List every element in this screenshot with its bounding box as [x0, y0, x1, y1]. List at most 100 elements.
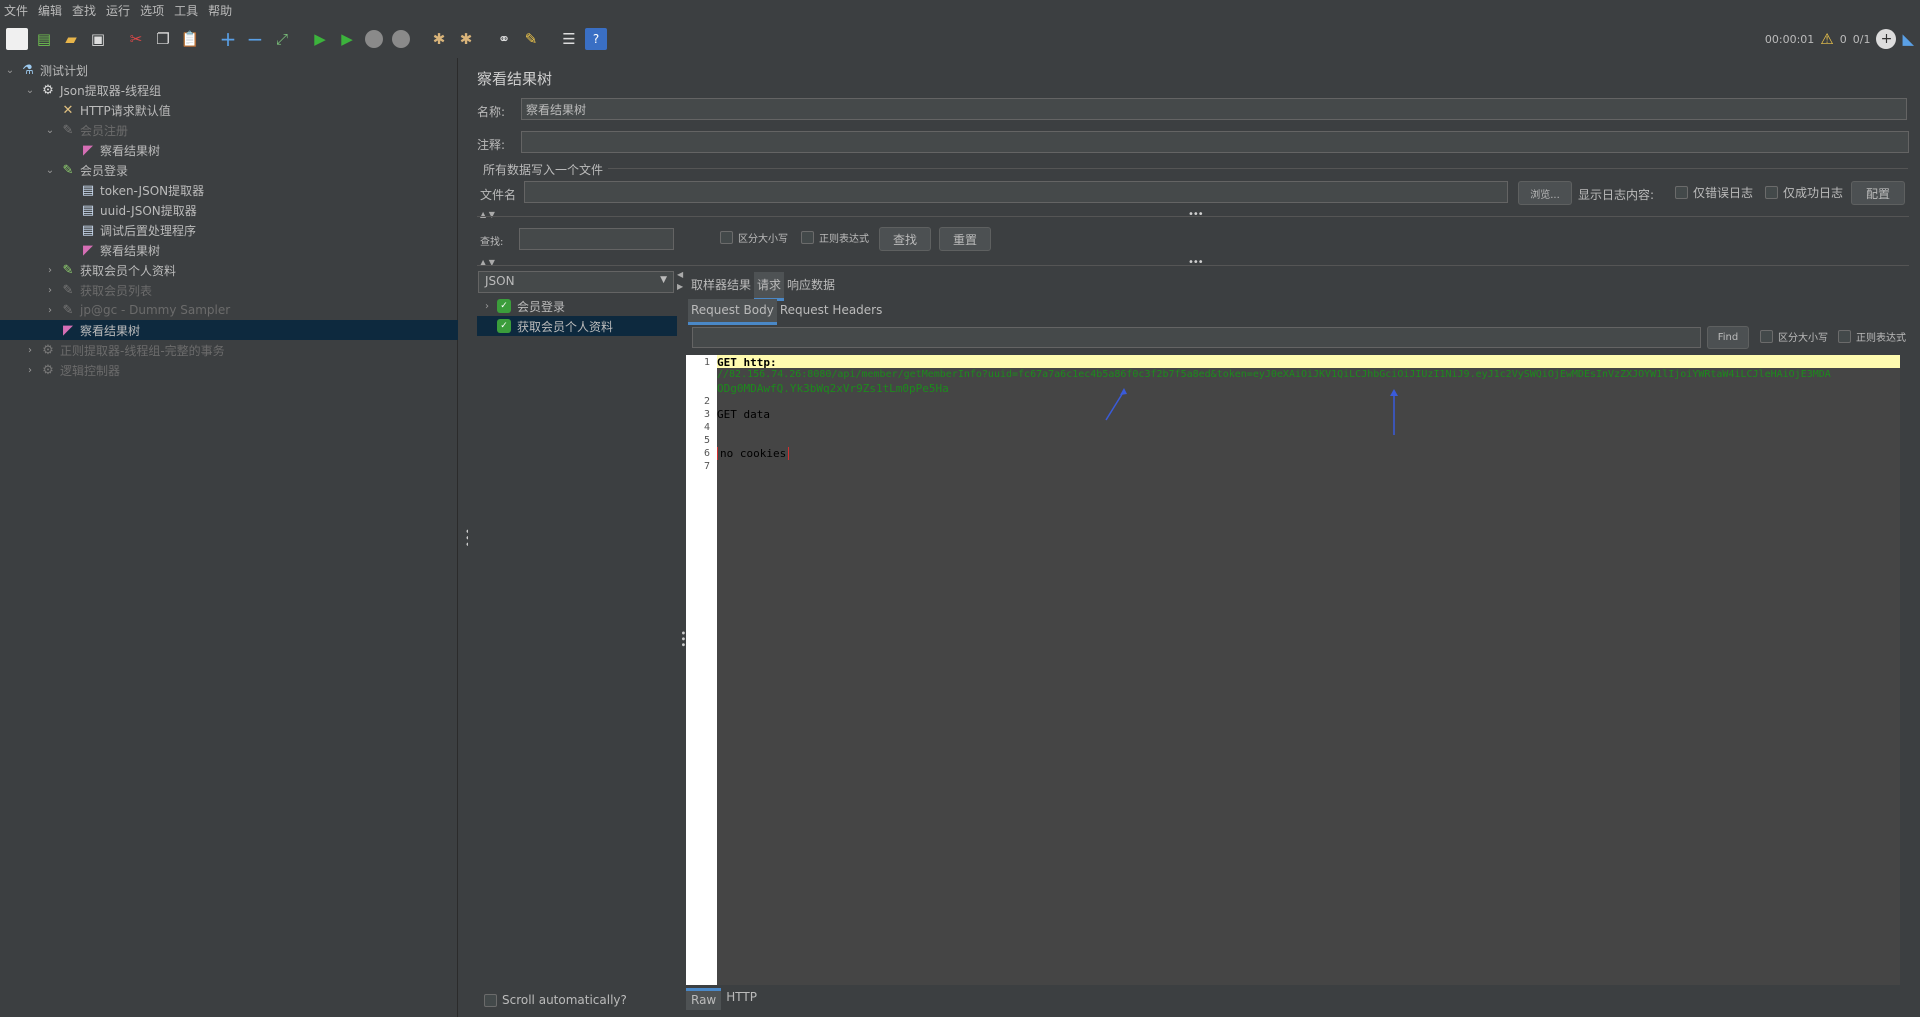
browse-button[interactable]: 浏览... [1518, 181, 1572, 205]
toggle-icon[interactable]: ⤢ [271, 28, 293, 50]
menu-item[interactable]: 编辑 [38, 2, 62, 19]
result-tab[interactable]: 取样器结果 [688, 272, 754, 301]
errors-only-checkbox[interactable]: 仅错误日志 [1675, 184, 1753, 201]
search-icon[interactable]: ⚭ [493, 28, 515, 50]
format-tab[interactable]: HTTP [721, 988, 762, 1010]
tree-item[interactable]: › ✎ jp@gc - Dummy Sampler [0, 300, 458, 320]
tree-item[interactable]: ▤ token-JSON提取器 [0, 180, 458, 200]
collapse-icon[interactable]: − [244, 27, 266, 51]
tree-item[interactable]: ⌄ ⚗ 测试计划 [0, 60, 458, 80]
checkbox-box[interactable] [1765, 186, 1778, 199]
tree-item[interactable]: › ✎ 获取会员列表 [0, 280, 458, 300]
tree-item[interactable]: ◤ 察看结果树 [0, 320, 458, 340]
expand-icon[interactable]: + [217, 27, 239, 51]
menu-item[interactable]: 选项 [140, 2, 164, 19]
help-icon[interactable]: ? [585, 28, 607, 50]
chevron-down-icon[interactable]: ⌄ [44, 165, 56, 176]
main-splitter[interactable]: ••• [459, 58, 474, 1017]
inner-splitter[interactable]: ◀ ▶ ••• [677, 270, 688, 1017]
chevron-right-icon[interactable]: › [44, 305, 56, 316]
tree-item[interactable]: › ⚙ 正则提取器-线程组-完整的事务 [0, 340, 458, 360]
menu-item[interactable]: 文件 [4, 2, 28, 19]
paste-icon[interactable]: 📋 [179, 28, 201, 50]
find-button[interactable]: 查找 [879, 227, 931, 251]
chevron-right-icon[interactable]: › [44, 285, 56, 296]
editor-scrollbar[interactable] [1900, 355, 1912, 985]
tree-item[interactable]: ✕ HTTP请求默认值 [0, 100, 458, 120]
tree-item[interactable]: › ⚙ 逻辑控制器 [0, 360, 458, 380]
chevron-right-icon[interactable]: › [24, 345, 36, 356]
chevron-right-icon[interactable]: › [44, 265, 56, 276]
menu-item[interactable]: 工具 [174, 2, 198, 19]
regex-checkbox[interactable]: 正则表达式 [801, 230, 869, 245]
tree-item[interactable]: ⌄ ✎ 会员登录 [0, 160, 458, 180]
tree-item[interactable]: ⌄ ✎ 会员注册 [0, 120, 458, 140]
request-body-editor[interactable]: 1234567 GET http://82.156.74.26:8080/api… [686, 355, 1900, 985]
gear-icon: ⚙ [42, 362, 54, 378]
format-tab[interactable]: Raw [686, 988, 722, 1010]
chevron-down-icon[interactable]: ⌄ [24, 85, 36, 96]
splitter-grip[interactable]: ••• [1188, 257, 1204, 268]
request-case-checkbox[interactable]: 区分大小写 [1760, 329, 1828, 344]
remote-icon[interactable]: + [1876, 29, 1897, 49]
success-only-checkbox[interactable]: 仅成功日志 [1765, 184, 1843, 201]
checkbox-box[interactable] [1838, 330, 1851, 343]
checkbox-box[interactable] [720, 231, 733, 244]
scroll-auto-checkbox[interactable]: Scroll automatically? [484, 993, 627, 1007]
result-tab[interactable]: 请求 [754, 272, 785, 301]
request-find-button[interactable]: Find [1707, 326, 1749, 349]
config-button[interactable]: 配置 [1851, 181, 1905, 205]
menu-item[interactable]: 运行 [106, 2, 130, 19]
toolbar-separator [482, 28, 488, 50]
cut-icon[interactable]: ✂ [125, 28, 147, 50]
renderer-select[interactable]: JSON ▼ [478, 271, 674, 293]
tree-item[interactable]: ▤ uuid-JSON提取器 [0, 200, 458, 220]
result-tab[interactable]: 响应数据 [784, 272, 838, 301]
copy-icon[interactable]: ❐ [152, 28, 174, 50]
reset-search-icon[interactable]: ✎ [520, 28, 542, 50]
checkbox-box[interactable] [1760, 330, 1773, 343]
clear-icon[interactable]: ✱ [428, 28, 450, 50]
new-icon[interactable] [6, 28, 28, 50]
request-tab[interactable]: Request Body [688, 299, 777, 325]
chevron-right-icon[interactable]: › [24, 365, 36, 376]
stop-icon[interactable] [363, 28, 385, 50]
log-icon[interactable]: ◣ [1902, 30, 1914, 48]
name-field[interactable]: 察看结果树 [521, 98, 1907, 120]
sample-result-item[interactable]: › ✓ 会员登录 [477, 296, 677, 316]
chevron-down-icon[interactable]: ⌄ [44, 125, 56, 136]
tree-item[interactable]: ◤ 察看结果树 [0, 240, 458, 260]
clear-all-icon[interactable]: ✱ [455, 28, 477, 50]
chevron-right-icon[interactable]: › [481, 301, 493, 312]
comment-field[interactable] [521, 131, 1909, 153]
checkbox-box[interactable] [801, 231, 814, 244]
start-icon[interactable]: ▶ [309, 28, 331, 50]
request-search-field[interactable] [692, 327, 1701, 348]
search-field[interactable] [519, 228, 674, 250]
tree-item[interactable]: ▤ 调试后置处理程序 [0, 220, 458, 240]
templates-icon[interactable]: ▤ [33, 28, 55, 50]
filename-field[interactable] [524, 181, 1508, 203]
splitter-grip[interactable]: ••• [1188, 209, 1204, 220]
collapse-right-icon[interactable]: ▶ [677, 282, 683, 291]
sample-result-item[interactable]: ✓ 获取会员个人资料 [477, 316, 677, 336]
checkbox-box[interactable] [1675, 186, 1688, 199]
collapse-left-icon[interactable]: ◀ [677, 270, 683, 279]
reset-button[interactable]: 重置 [939, 227, 991, 251]
function-helper-icon[interactable]: ☰ [558, 28, 580, 50]
open-icon[interactable]: ▰ [60, 28, 82, 50]
menu-item[interactable]: 查找 [72, 2, 96, 19]
checkbox-box[interactable] [484, 993, 497, 1007]
tree-item[interactable]: ◤ 察看结果树 [0, 140, 458, 160]
tree-item[interactable]: ⌄ ⚙ Json提取器-线程组 [0, 80, 458, 100]
tree-item[interactable]: › ✎ 获取会员个人资料 [0, 260, 458, 280]
request-regex-checkbox[interactable]: 正则表达式 [1838, 329, 1906, 344]
chevron-down-icon[interactable]: ⌄ [4, 65, 16, 76]
split-arrows[interactable]: ▲ ▼ [480, 210, 495, 219]
shutdown-icon[interactable] [390, 28, 412, 50]
menu-item[interactable]: 帮助 [208, 2, 232, 19]
start-no-pause-icon[interactable]: ▶ [336, 28, 358, 50]
save-icon[interactable]: ▣ [87, 28, 109, 50]
case-sensitive-checkbox[interactable]: 区分大小写 [720, 230, 788, 245]
request-tab[interactable]: Request Headers [777, 299, 886, 325]
